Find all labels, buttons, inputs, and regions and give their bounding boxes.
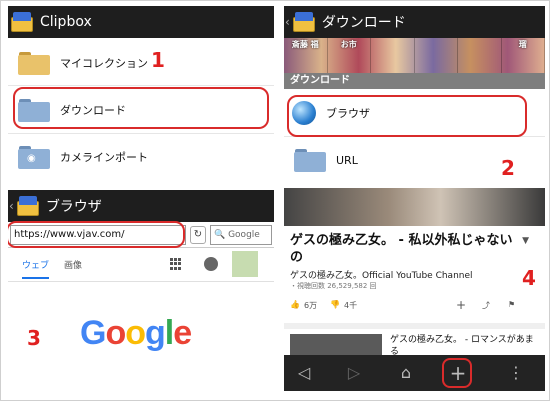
add-icon[interactable]: + <box>456 298 466 312</box>
app-bar: Clipbox <box>8 6 274 38</box>
clipbox-app-icon <box>10 11 34 33</box>
banner-tile <box>458 38 502 73</box>
menu-item-label: URL <box>336 153 358 167</box>
screen-title: ブラウザ <box>45 199 102 215</box>
browser-panel: ‹ ブラウザ https://www.vjav.com/ ↻ 🔍 Google … <box>8 190 274 396</box>
google-nav: ウェブ 画像 <box>8 248 274 282</box>
screenshot-frame: Clipbox マイコレクション ダウンロード ◉ カメラインポート 1 ‹ ダ… <box>0 0 550 401</box>
clipbox-app-icon <box>16 195 40 217</box>
view-count: ・視聴回数 26,529,582 回 <box>290 282 377 290</box>
clipbox-app-icon <box>292 11 316 33</box>
download-panel: ‹ ダウンロード 斎藤 福 お市 瑠 ダウンロード ブラウザ URL 2 <box>284 6 545 183</box>
divider <box>284 323 545 329</box>
highlight-url <box>8 221 185 248</box>
folder-icon <box>294 148 326 172</box>
google-logo: Google <box>80 314 192 352</box>
banner-tile <box>371 38 415 73</box>
app-title: Clipbox <box>40 14 92 30</box>
back-chevron-icon[interactable]: ‹ <box>285 15 290 29</box>
like-count: 6万 <box>304 301 318 310</box>
like-icon[interactable]: 👍 <box>290 300 300 309</box>
search-input[interactable]: 🔍 Google <box>210 225 272 245</box>
channel-name[interactable]: ゲスの極み乙女。Official YouTube Channel <box>290 268 473 281</box>
menu-item-my-collection[interactable]: マイコレクション <box>8 40 274 86</box>
menu-item-label: カメラインポート <box>60 150 148 164</box>
back-arrow-icon[interactable]: ◁ <box>292 361 316 385</box>
share-icon[interactable]: ⤴ <box>482 300 490 311</box>
app-bar: ‹ ダウンロード <box>284 6 545 38</box>
tab-web[interactable]: ウェブ <box>22 258 50 279</box>
step-number: 4 <box>522 266 536 290</box>
folder-icon <box>18 51 50 75</box>
video-title: ゲスの極み乙女。 - 私以外私じゃないの <box>290 233 513 265</box>
youtube-panel: ゲスの極み乙女。 - 私以外私じゃないの ▼ ゲスの極み乙女。Official … <box>284 188 545 396</box>
browser-toolbar: ◁ ▷ ⌂ + ⋮ <box>284 355 545 391</box>
home-icon[interactable]: ⌂ <box>394 361 418 385</box>
step-number: 1 <box>151 48 165 72</box>
forward-arrow-icon[interactable]: ▷ <box>342 361 366 385</box>
video-thumbnail[interactable] <box>284 188 545 226</box>
notification-icon[interactable] <box>204 257 218 271</box>
flag-icon[interactable]: ⚑ <box>508 300 515 309</box>
reload-icon[interactable]: ↻ <box>190 226 206 244</box>
banner-tile <box>415 38 458 73</box>
menu-icon[interactable]: ⋮ <box>504 361 528 385</box>
tab-images[interactable]: 画像 <box>64 258 82 271</box>
step-number: 3 <box>27 326 41 350</box>
apps-grid-icon[interactable] <box>170 258 182 270</box>
step-number: 2 <box>501 156 515 180</box>
ad-banner[interactable]: 斎藤 福 お市 瑠 <box>284 38 545 73</box>
highlight-add <box>442 358 472 388</box>
search-placeholder: Google <box>228 230 260 240</box>
menu-item-camera-import[interactable]: ◉ カメラインポート <box>8 134 274 179</box>
dislike-count: 4千 <box>344 301 358 310</box>
banner-tile: 瑠 <box>502 38 545 73</box>
screen-title: ダウンロード <box>321 15 406 31</box>
menu-item-label: マイコレクション <box>60 56 148 70</box>
dislike-icon[interactable]: 👎 <box>330 300 340 309</box>
camera-folder-icon: ◉ <box>18 145 50 169</box>
clipbox-home-panel: Clipbox マイコレクション ダウンロード ◉ カメラインポート 1 <box>8 6 274 179</box>
banner-tile: お市 <box>328 38 371 73</box>
video-actions: 👍 6万 👎 4千 + ⤴ ⚑ <box>290 298 539 314</box>
section-header: ダウンロード <box>284 73 545 89</box>
back-chevron-icon[interactable]: ‹ <box>9 199 14 213</box>
app-bar: ‹ ブラウザ <box>8 190 274 222</box>
expand-arrow-icon[interactable]: ▼ <box>522 236 529 246</box>
highlight-download <box>13 87 269 129</box>
avatar[interactable] <box>232 251 258 277</box>
highlight-browser <box>287 95 527 137</box>
banner-tile: 斎藤 福 <box>284 38 328 73</box>
